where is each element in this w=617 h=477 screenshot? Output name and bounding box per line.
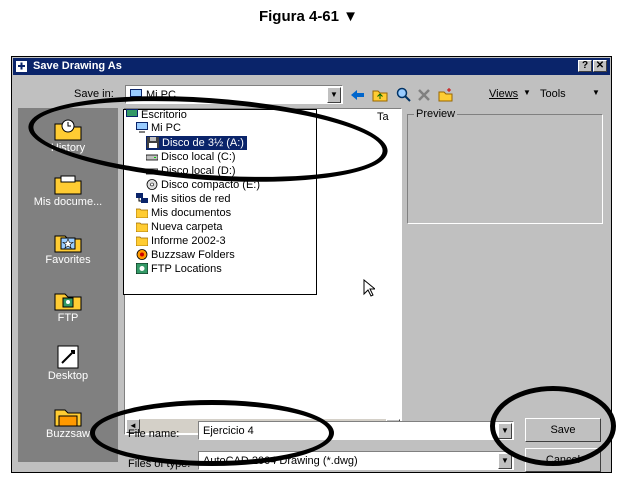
folder-icon [136,222,148,232]
favorites-folder-icon [54,235,82,253]
dropdown-item[interactable]: Disco local (D:) [146,164,236,178]
save-drawing-dialog: Save Drawing As ? ✕ Save in: Mi PC ▼ Vie… [11,56,612,473]
place-history[interactable]: History [18,116,118,154]
ftp-folder-icon [54,293,82,311]
back-icon[interactable] [350,88,366,102]
drive-icon [146,168,158,174]
chevron-down-icon[interactable]: ▼ [498,423,512,439]
new-folder-icon[interactable] [438,87,453,102]
file-name-value: Ejercicio 4 [203,425,254,437]
file-type-value: AutoCAD 2004 Drawing (*.dwg) [203,455,358,467]
place-desktop[interactable]: Desktop [18,344,118,382]
save-in-value: Mi PC [146,89,176,101]
places-bar: History Mis docume... Favorites FTP Desk… [18,108,118,462]
figure-caption: Figura 4-61 ▼ [258,8,359,25]
autocad-icon [16,61,27,72]
buzzsaw-icon [136,248,148,260]
views-dropdown-icon[interactable]: ▼ [523,88,531,97]
title-bar: Save Drawing As ? ✕ [13,58,610,75]
file-type-label: Files of type: [128,458,191,470]
place-buzzsaw[interactable]: Buzzsaw [18,402,118,440]
place-label: FTP [57,312,79,324]
folder-icon [54,175,82,195]
place-label: Buzzsaw [45,428,91,440]
ftp-icon [136,262,148,274]
tools-dropdown-icon[interactable]: ▼ [592,88,600,97]
help-button[interactable]: ? [578,60,592,72]
preview-label: Preview [414,108,458,120]
file-name-label: File name: [128,428,180,440]
file-name-field[interactable]: Ejercicio 4 ▼ [198,421,514,440]
save-in-dropdown-list[interactable]: Escritorio Mi PC Disco de 3½ (A:) Disco … [123,108,317,295]
search-icon[interactable] [396,87,411,102]
desktop-icon [57,345,79,369]
dropdown-item[interactable]: Mi PC [136,121,181,135]
network-icon [136,192,148,203]
drive-icon [146,154,158,160]
desktop-icon [126,108,138,117]
place-label: Mis docume... [33,196,103,208]
cursor-icon [363,279,375,297]
save-in-label: Save in: [74,88,114,100]
dropdown-item[interactable]: Mis sitios de red [136,192,230,206]
history-folder-icon [54,119,82,141]
save-button[interactable]: Save [525,418,601,442]
preview-box: Preview [407,108,603,224]
views-menu[interactable]: Views [489,88,518,100]
window-title: Save Drawing As [33,60,122,72]
place-my-documents[interactable]: Mis docume... [18,170,118,208]
file-type-select[interactable]: AutoCAD 2004 Drawing (*.dwg) ▼ [198,451,514,470]
tools-menu[interactable]: Tools [540,88,566,100]
computer-icon [136,121,148,133]
folder-icon [136,236,148,246]
place-favorites[interactable]: Favorites [18,228,118,266]
save-in-combo[interactable]: Mi PC ▼ [125,85,343,104]
dropdown-item[interactable]: Informe 2002-3 [136,234,226,248]
floppy-icon [147,136,159,148]
buzzsaw-folder-icon [54,409,82,427]
dropdown-item[interactable]: Mis documentos [136,206,231,220]
computer-icon [130,89,142,100]
dropdown-item[interactable]: FTP Locations [136,262,222,276]
folder-icon [136,208,148,218]
place-label: Desktop [47,370,89,382]
place-ftp[interactable]: FTP [18,286,118,324]
dropdown-item[interactable]: Escritorio [126,108,187,122]
cancel-button[interactable]: Cancel [525,448,601,472]
cd-icon [146,178,158,190]
dropdown-item[interactable]: Disco compacto (E:) [146,178,260,192]
place-label: Favorites [45,254,91,266]
chevron-down-icon[interactable]: ▼ [498,453,512,469]
up-folder-icon[interactable] [372,87,388,102]
chevron-down-icon[interactable]: ▼ [327,87,341,103]
place-label: History [50,142,86,154]
dropdown-item[interactable]: Nueva carpeta [136,220,223,234]
delete-icon[interactable] [417,88,431,101]
dropdown-item[interactable]: Buzzsaw Folders [136,248,235,262]
dropdown-item[interactable]: Disco local (C:) [146,150,236,164]
dropdown-item-selected[interactable]: Disco de 3½ (A:) [146,136,247,150]
column-header[interactable]: Ta [377,111,389,123]
close-button[interactable]: ✕ [593,60,607,72]
